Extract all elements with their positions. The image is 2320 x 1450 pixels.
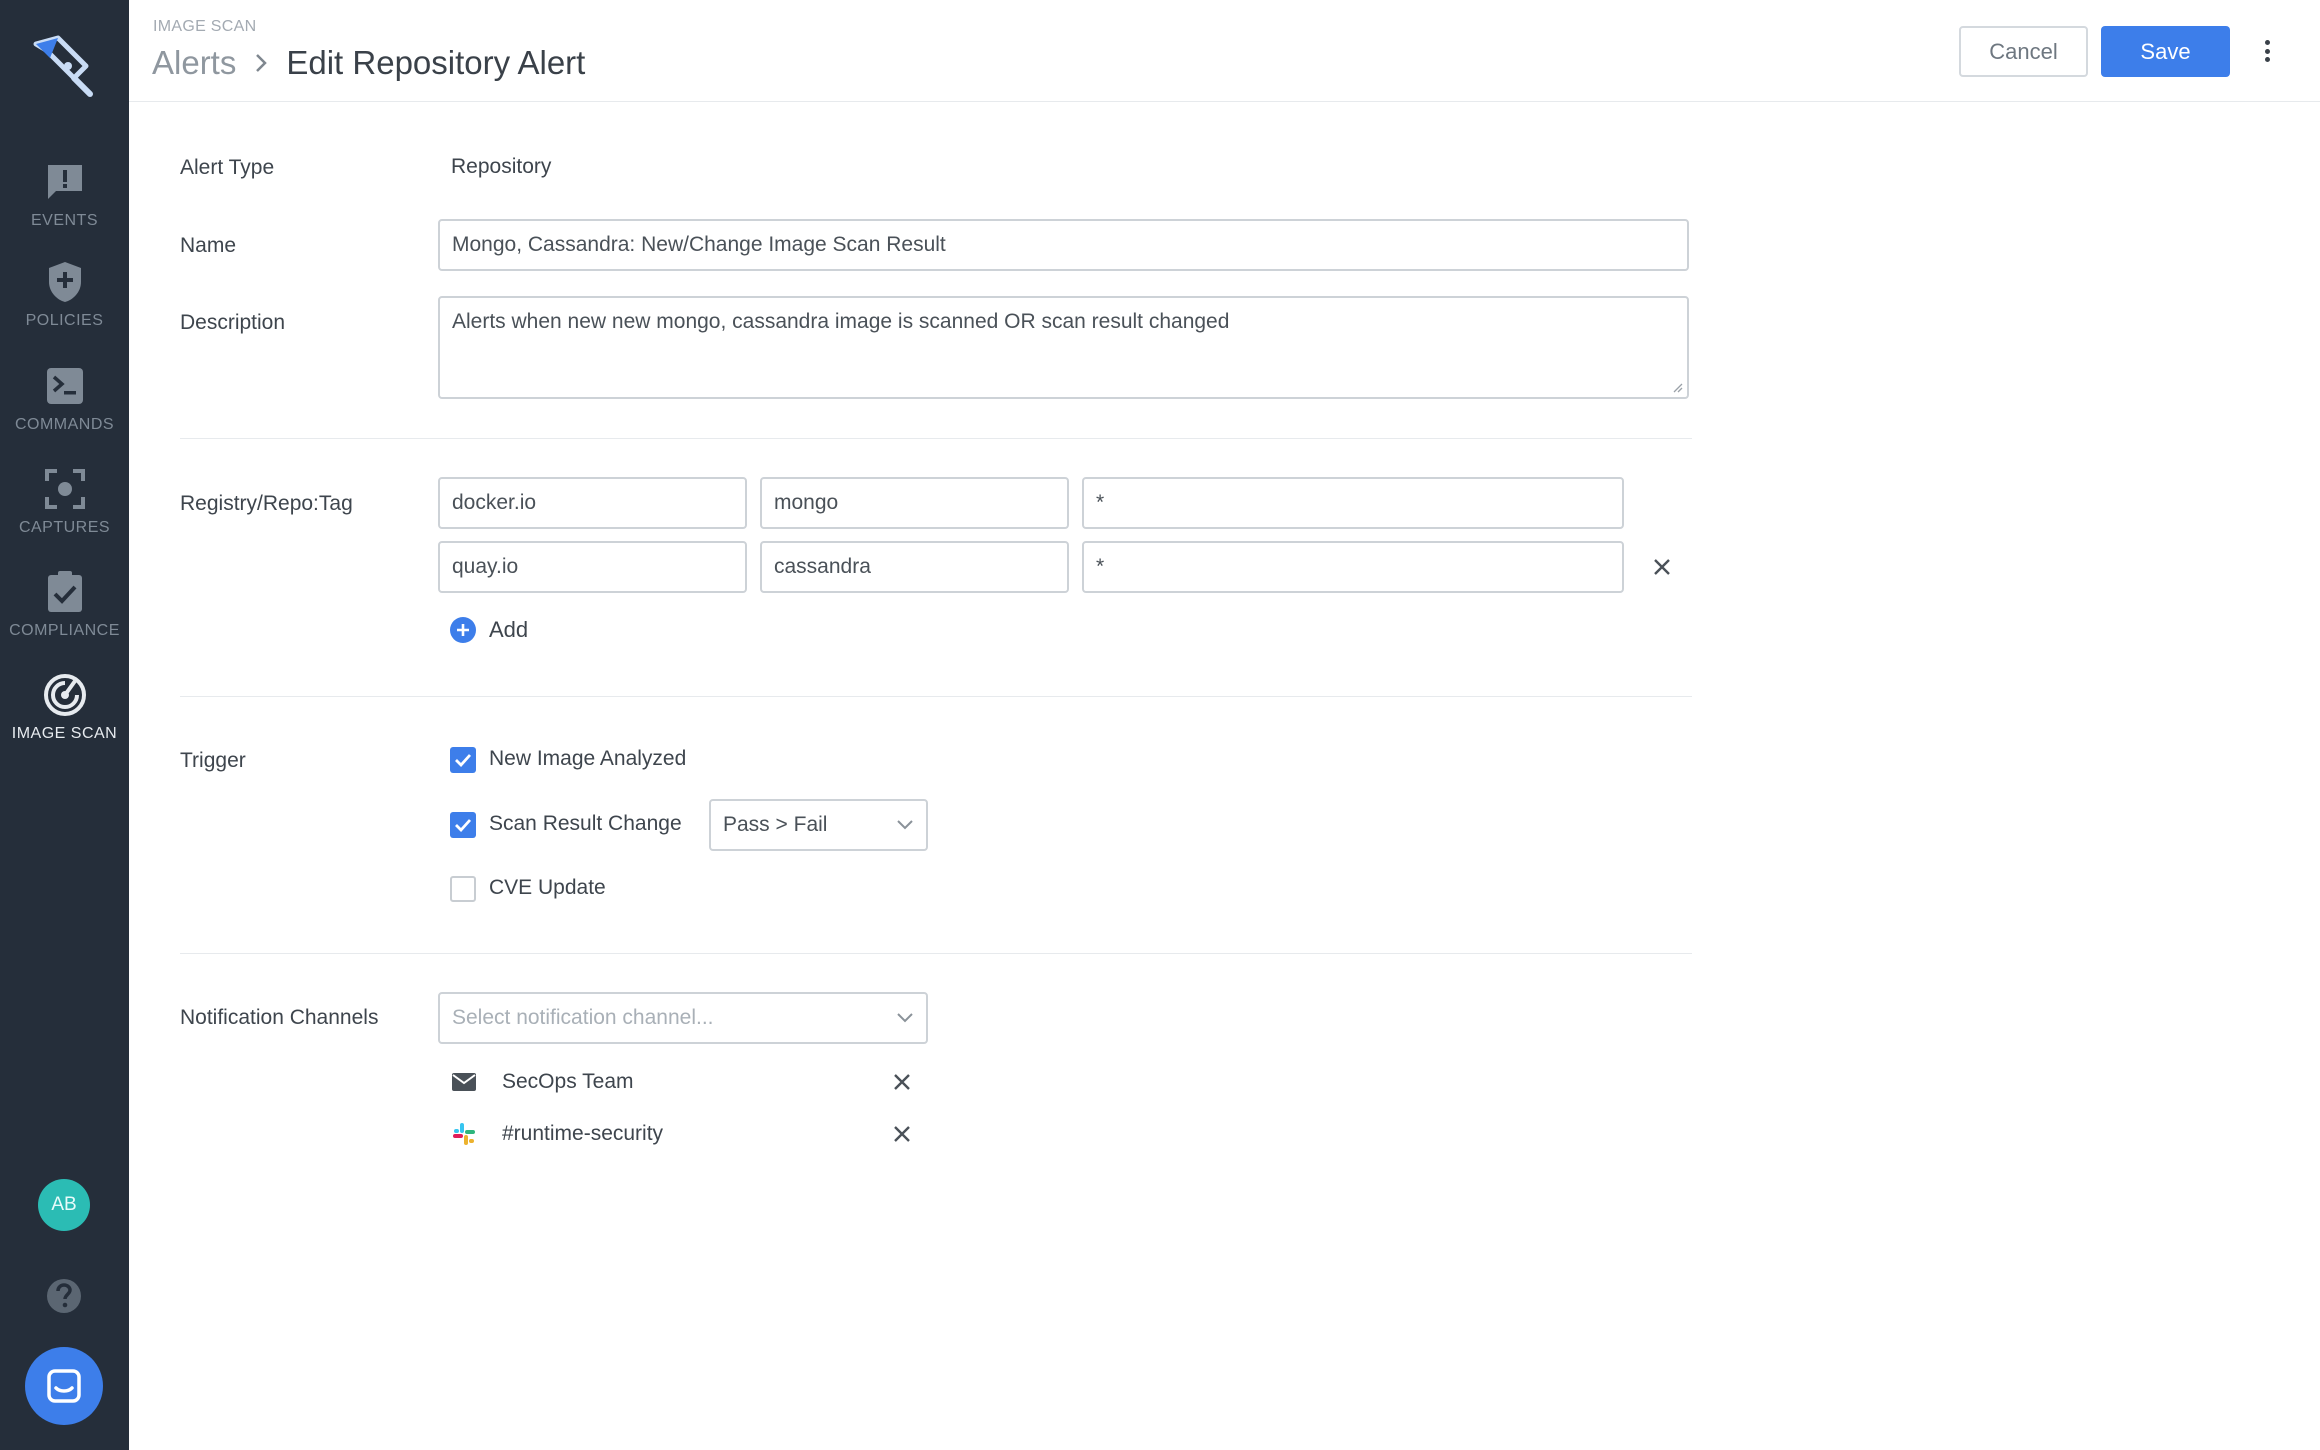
repo-input[interactable]: cassandra bbox=[760, 541, 1069, 593]
sidebar-item-compliance[interactable]: COMPLIANCE bbox=[0, 568, 129, 664]
chevron-right-icon bbox=[254, 52, 268, 74]
terminal-icon bbox=[41, 362, 89, 410]
sidebar-item-label: IMAGE SCAN bbox=[11, 725, 118, 742]
scan-result-select[interactable]: Pass > Fail bbox=[709, 799, 928, 851]
sidebar-item-label: COMMANDS bbox=[14, 416, 115, 433]
cve-update-checkbox[interactable] bbox=[450, 876, 476, 902]
chevron-down-icon bbox=[897, 820, 913, 830]
radar-scan-icon bbox=[41, 671, 89, 719]
shield-plus-icon bbox=[41, 258, 89, 306]
description-text: Alerts when new new mongo, cassandra ima… bbox=[452, 310, 1230, 333]
remove-channel-close-icon[interactable] bbox=[890, 1070, 914, 1094]
notification-channel-placeholder: Select notification channel... bbox=[452, 1006, 714, 1029]
channel-item: SecOps Team bbox=[450, 1067, 634, 1097]
sidebar-item-events[interactable]: EVENTS bbox=[0, 158, 129, 254]
sidebar-item-policies[interactable]: POLICIES bbox=[0, 258, 129, 354]
clipboard-check-icon bbox=[41, 568, 89, 616]
page-title: Edit Repository Alert bbox=[286, 44, 586, 81]
cancel-button[interactable]: Cancel bbox=[1959, 26, 2088, 77]
save-button[interactable]: Save bbox=[2101, 26, 2230, 77]
breadcrumb-parent-link[interactable]: Alerts bbox=[152, 44, 236, 82]
divider bbox=[180, 438, 1692, 439]
notification-channels-label: Notification Channels bbox=[180, 1006, 379, 1029]
page-header: IMAGE SCAN Alerts Edit Repository Alert … bbox=[129, 0, 2320, 102]
section-label: IMAGE SCAN bbox=[153, 18, 257, 35]
tag-input[interactable]: * bbox=[1082, 477, 1624, 529]
plus-circle-icon bbox=[450, 617, 476, 643]
registry-input[interactable]: docker.io bbox=[438, 477, 747, 529]
scan-result-select-value: Pass > Fail bbox=[723, 813, 828, 836]
trigger-label-cve-update: CVE Update bbox=[489, 876, 606, 899]
sidebar-item-label: POLICIES bbox=[25, 312, 104, 329]
chevron-down-icon bbox=[897, 1013, 913, 1023]
trigger-label-scan-result: Scan Result Change bbox=[489, 812, 682, 835]
name-input[interactable]: Mongo, Cassandra: New/Change Image Scan … bbox=[438, 219, 1689, 271]
notification-channel-select[interactable]: Select notification channel... bbox=[438, 992, 928, 1044]
sidebar-item-label: CAPTURES bbox=[18, 519, 111, 536]
remove-row-close-icon[interactable] bbox=[1650, 555, 1674, 579]
help-icon[interactable] bbox=[45, 1277, 83, 1315]
new-image-analyzed-checkbox[interactable] bbox=[450, 747, 476, 773]
app-logo-icon[interactable] bbox=[28, 28, 100, 100]
channel-name: #runtime-security bbox=[502, 1122, 664, 1145]
registry-label: Registry/Repo:Tag bbox=[180, 492, 353, 515]
description-label: Description bbox=[180, 311, 286, 334]
repo-input[interactable]: mongo bbox=[760, 477, 1069, 529]
alert-bubble-icon bbox=[41, 158, 89, 206]
sidebar-item-commands[interactable]: COMMANDS bbox=[0, 362, 129, 458]
sidebar-item-image-scan[interactable]: IMAGE SCAN bbox=[0, 671, 129, 767]
more-options-icon[interactable] bbox=[2257, 36, 2277, 66]
trigger-label-new-image: New Image Analyzed bbox=[489, 747, 687, 770]
channel-item: #runtime-security bbox=[450, 1119, 663, 1149]
alert-type-label: Alert Type bbox=[180, 156, 275, 179]
remove-channel-close-icon[interactable] bbox=[890, 1122, 914, 1146]
sidebar-item-captures[interactable]: CAPTURES bbox=[0, 465, 129, 561]
sidebar-item-label: EVENTS bbox=[30, 212, 98, 229]
capture-focus-icon bbox=[41, 465, 89, 513]
slack-icon bbox=[450, 1120, 478, 1148]
add-label: Add bbox=[489, 617, 529, 642]
add-registry-button[interactable]: Add bbox=[450, 617, 528, 643]
description-textarea[interactable]: Alerts when new new mongo, cassandra ima… bbox=[438, 296, 1689, 399]
email-icon bbox=[450, 1068, 478, 1096]
registry-input[interactable]: quay.io bbox=[438, 541, 747, 593]
avatar[interactable]: AB bbox=[38, 1179, 90, 1231]
name-label: Name bbox=[180, 234, 237, 257]
divider bbox=[180, 953, 1692, 954]
sidebar-item-label: COMPLIANCE bbox=[9, 622, 120, 639]
divider bbox=[180, 696, 1692, 697]
sidebar: EVENTS POLICIES COMMANDS CAPTURES COMPLI… bbox=[0, 0, 129, 1450]
scan-result-change-checkbox[interactable] bbox=[450, 812, 476, 838]
breadcrumb: Alerts Edit Repository Alert bbox=[152, 44, 585, 82]
resize-grip-icon[interactable] bbox=[1671, 381, 1683, 393]
tag-input[interactable]: * bbox=[1082, 541, 1624, 593]
trigger-label: Trigger bbox=[180, 749, 246, 772]
channel-name: SecOps Team bbox=[502, 1070, 634, 1093]
alert-type-value: Repository bbox=[451, 155, 552, 178]
chat-launcher-icon[interactable] bbox=[25, 1347, 103, 1425]
